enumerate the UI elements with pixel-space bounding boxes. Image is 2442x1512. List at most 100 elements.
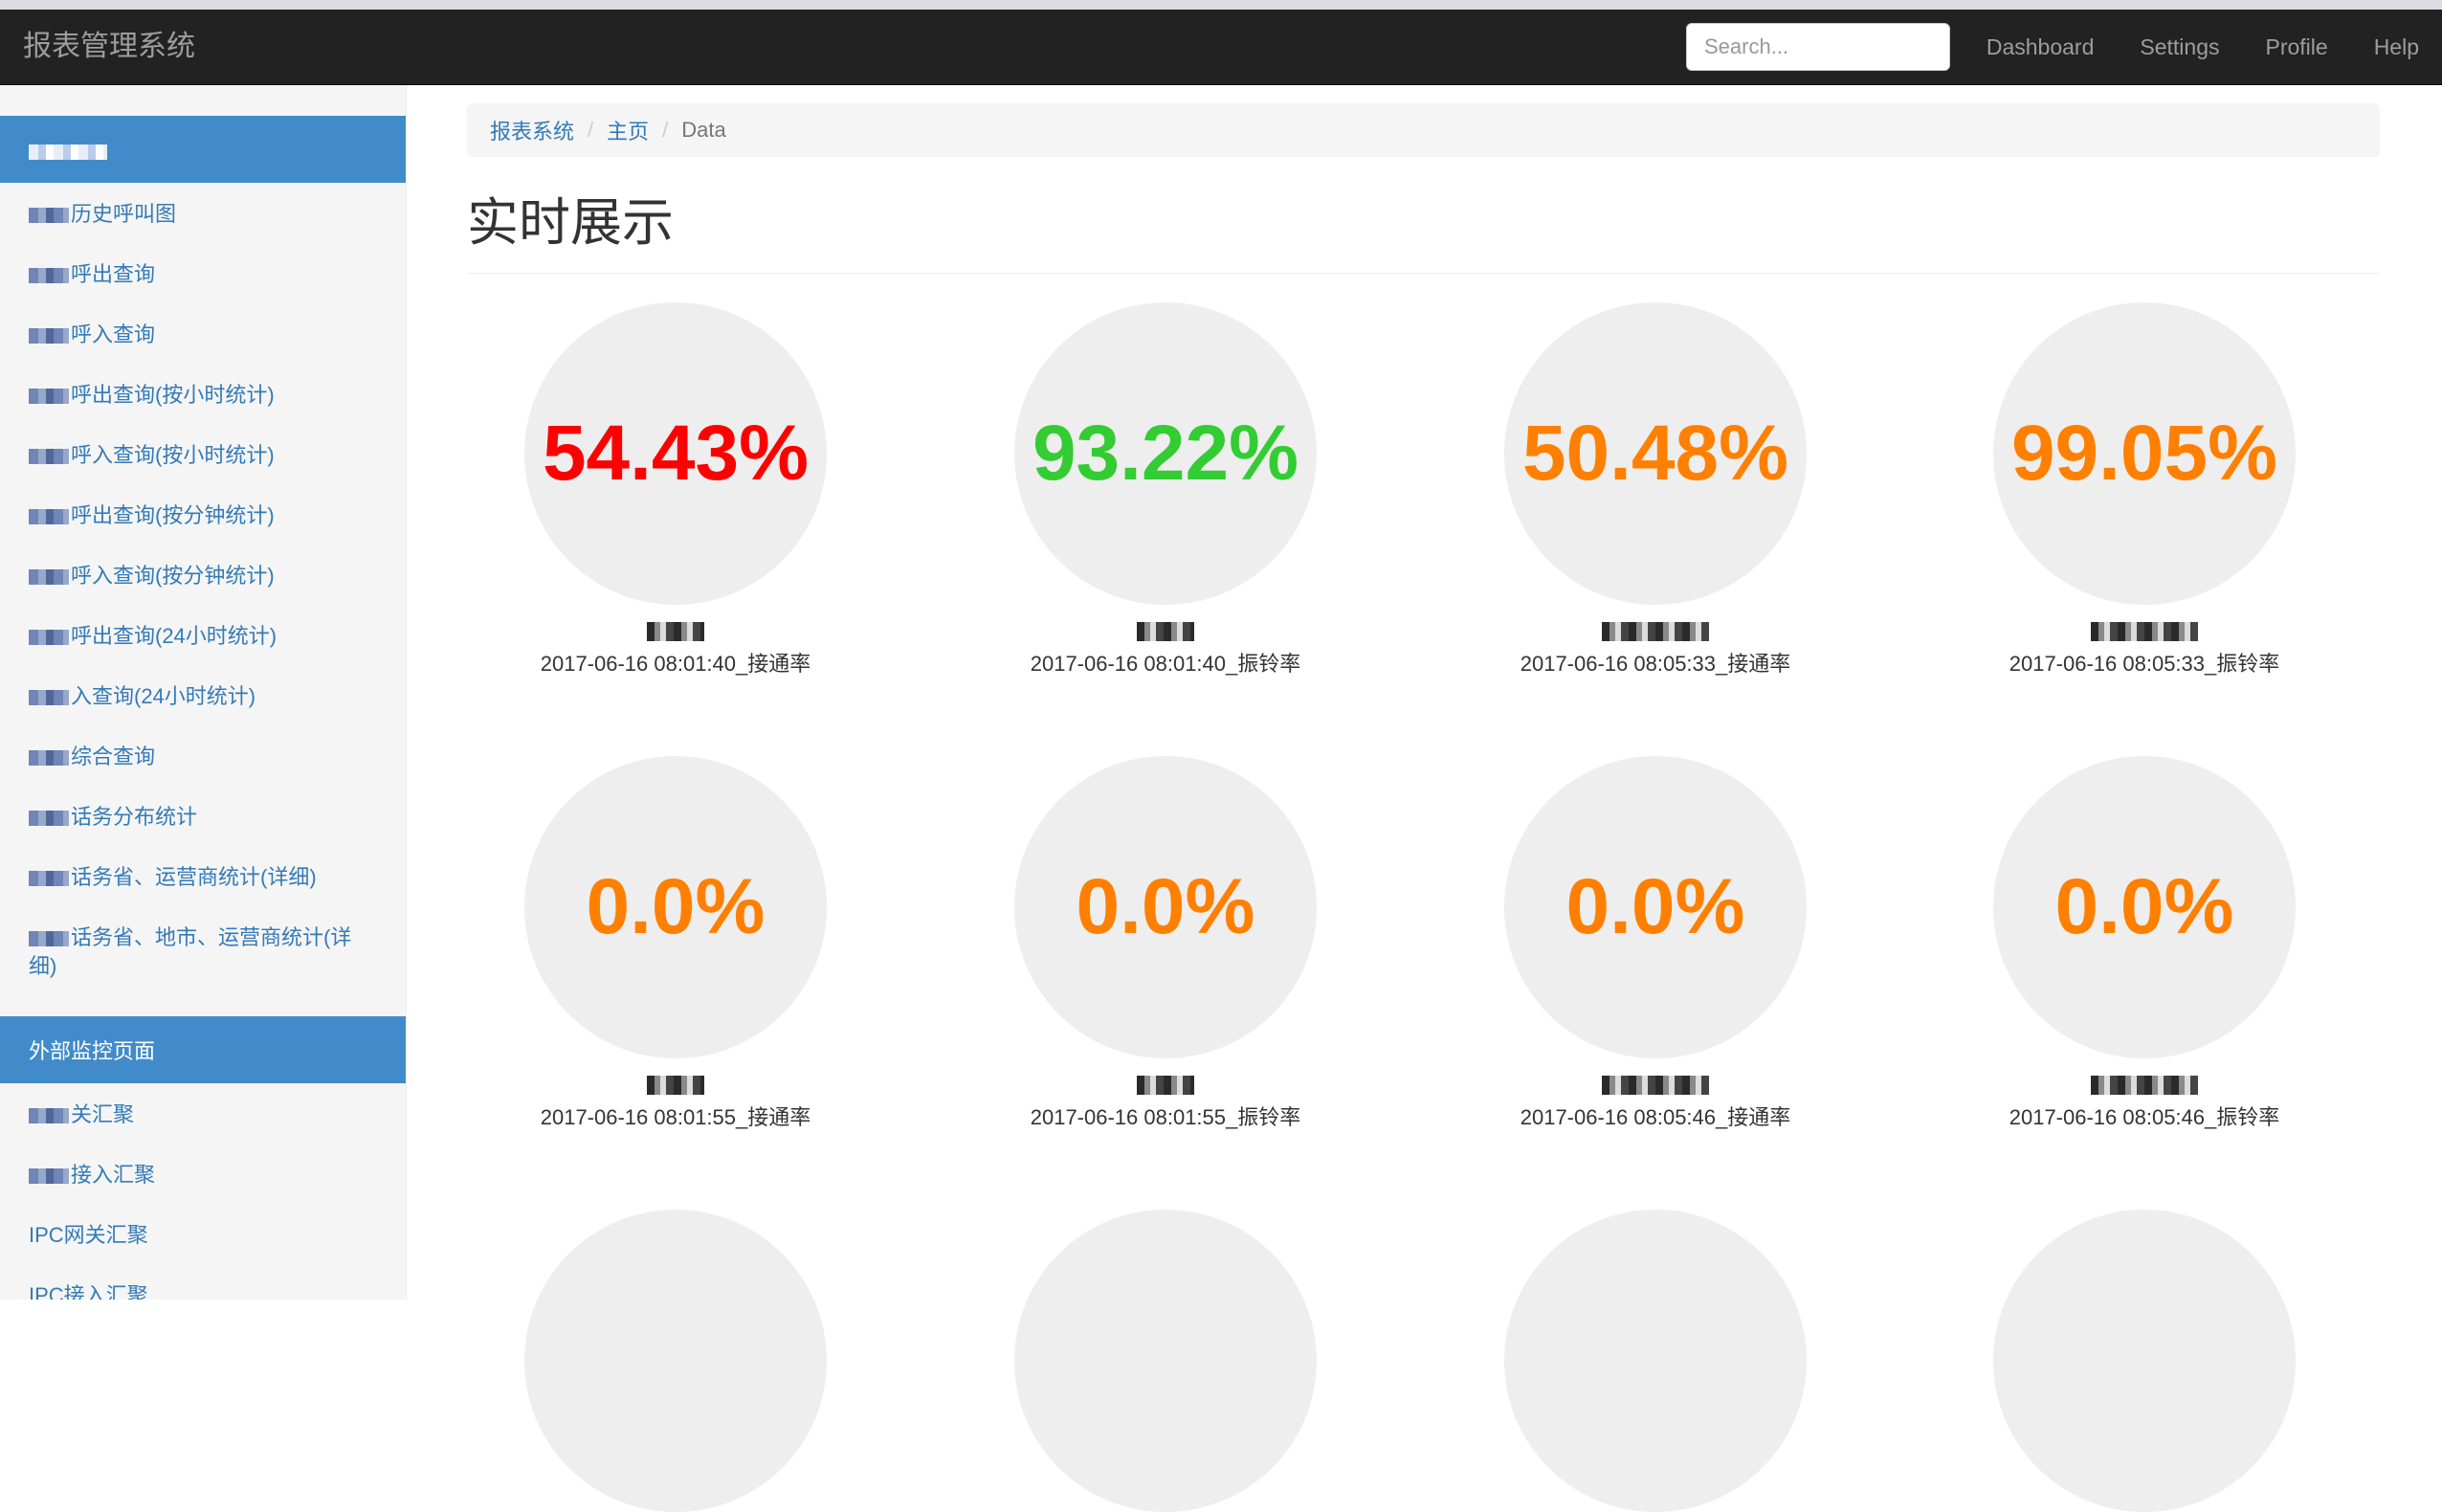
redacted-text: [29, 569, 69, 586]
sidebar-item[interactable]: 呼入查询(按小时统计): [0, 424, 406, 484]
stat-circle: 50.48%: [1504, 302, 1807, 605]
redacted-text: [29, 509, 69, 525]
stat-circle: 54.43%: [524, 302, 827, 605]
redacted-text: [29, 811, 69, 827]
sidebar-item[interactable]: 关汇聚: [0, 1083, 406, 1144]
sidebar-item[interactable]: 呼出查询: [0, 243, 406, 303]
sidebar-item-label: 呼出查询(24小时统计): [71, 624, 278, 648]
sidebar-link[interactable]: 呼出查询(24小时统计): [0, 605, 406, 665]
sidebar-link[interactable]: 历史呼叫图: [0, 183, 406, 243]
sidebar-link[interactable]: 呼出查询(按分钟统计): [0, 484, 406, 545]
sidebar-item[interactable]: 历史呼叫图: [0, 183, 406, 243]
sidebar-item[interactable]: 呼出查询(按分钟统计): [0, 484, 406, 545]
stat-card: 93.22% 2017-06-16 08:01:40_振铃率: [1012, 302, 1319, 678]
sidebar-item-label: 呼入查询: [71, 322, 156, 346]
nav-dashboard[interactable]: Dashboard: [1964, 10, 2118, 84]
sidebar-link[interactable]: 话务分布统计: [0, 786, 406, 846]
redacted-text: [29, 449, 69, 465]
breadcrumb: 报表系统 / 主页 / Data: [467, 103, 2380, 157]
stat-card: 0.0% 2017-06-16 08:05:46_接通率: [1502, 756, 1809, 1131]
sidebar-link[interactable]: 呼出查询: [0, 243, 406, 303]
sidebar-link[interactable]: 入查询(24小时统计): [0, 665, 406, 725]
redacted-name: [522, 622, 829, 643]
stat-circle: 0.0%: [1993, 756, 2296, 1058]
sidebar-item[interactable]: 话务分布统计: [0, 786, 406, 846]
nav-profile[interactable]: Profile: [2242, 10, 2350, 84]
nav-settings[interactable]: Settings: [2117, 10, 2242, 84]
stat-circle: [524, 1210, 827, 1512]
stat-circle: 99.05%: [1993, 302, 2296, 605]
sidebar-link[interactable]: 话务省、地市、运营商统计(详细): [0, 906, 406, 995]
sidebar-item[interactable]: IPC接入汇聚: [0, 1264, 406, 1300]
redacted-text: [2091, 622, 2198, 641]
sidebar-item[interactable]: 外部监控页面: [0, 1016, 406, 1083]
page-title: 实时展示: [467, 180, 2380, 274]
sidebar-item[interactable]: 呼入查询(按分钟统计): [0, 545, 406, 605]
sidebar-link[interactable]: 接入汇聚: [0, 1144, 406, 1204]
redacted-text: [29, 1108, 69, 1124]
redacted-text: [647, 622, 704, 641]
redacted-name: [1502, 1076, 1809, 1097]
breadcrumb-separator: /: [662, 118, 669, 142]
redacted-name: [1012, 1076, 1319, 1097]
sidebar-item-label: 呼出查询: [71, 262, 156, 286]
stat-caption: 2017-06-16 08:05:46_振铃率: [2009, 1105, 2280, 1129]
stat-card: 0.0% 2017-06-16 08:01:55_振铃率: [1012, 756, 1319, 1131]
redacted-text: [29, 145, 107, 161]
sidebar-item-label: 呼出查询(按小时统计): [71, 383, 275, 407]
sidebar-link[interactable]: 呼入查询(按分钟统计): [0, 545, 406, 605]
sidebar-item[interactable]: [0, 116, 406, 183]
stat-circle: [1504, 1210, 1807, 1512]
redacted-text: [1137, 1076, 1194, 1095]
sidebar-item-label: 呼出查询(按分钟统计): [71, 503, 275, 527]
redacted-text: [29, 389, 69, 405]
nav-links: Dashboard Settings Profile Help: [1964, 10, 2442, 84]
sidebar-item-label: 呼入查询(按分钟统计): [71, 564, 275, 588]
redacted-name: [1502, 622, 1809, 643]
sidebar-link[interactable]: 外部监控页面: [0, 1016, 406, 1083]
sidebar-item-label: 外部监控页面: [29, 1039, 156, 1063]
sidebar-link[interactable]: IPC网关汇聚: [0, 1204, 406, 1264]
sidebar-item[interactable]: 接入汇聚: [0, 1144, 406, 1204]
sidebar-link[interactable]: [0, 116, 406, 183]
sidebar-link[interactable]: 综合查询: [0, 725, 406, 786]
sidebar-item-label: 接入汇聚: [71, 1163, 156, 1187]
sidebar-link[interactable]: 呼入查询: [0, 303, 406, 364]
sidebar-item-label: 综合查询: [71, 745, 156, 768]
sidebar-item[interactable]: 综合查询: [0, 725, 406, 786]
sidebar-item[interactable]: 呼出查询(按小时统计): [0, 364, 406, 424]
stat-caption: 2017-06-16 08:05:46_接通率: [1520, 1105, 1791, 1129]
redacted-name: [522, 1076, 829, 1097]
redacted-text: [1602, 622, 1709, 641]
breadcrumb-root[interactable]: 报表系统: [490, 115, 574, 145]
redacted-text: [29, 268, 69, 284]
brand-title[interactable]: 报表管理系统: [23, 10, 195, 84]
navbar: 报表管理系统 Dashboard Settings Profile Help: [0, 10, 2442, 85]
stat-circle: 0.0%: [1504, 756, 1807, 1058]
sidebar-group-reports: 历史呼叫图呼出查询呼入查询呼出查询(按小时统计) 呼入查询(按小时统计) 呼出查询(…: [0, 116, 406, 995]
sidebar-link[interactable]: 呼入查询(按小时统计): [0, 424, 406, 484]
sidebar-link[interactable]: IPC接入汇聚: [0, 1264, 406, 1300]
redacted-text: [1602, 1076, 1709, 1095]
sidebar-item-label: 入查询(24小时统计): [71, 684, 256, 708]
sidebar-link[interactable]: 呼出查询(按小时统计): [0, 364, 406, 424]
breadcrumb-home[interactable]: 主页: [607, 115, 649, 145]
stat-card: [1991, 1210, 2298, 1512]
redacted-text: [2091, 1076, 2198, 1095]
sidebar-item[interactable]: 话务省、地市、运营商统计(详细): [0, 906, 406, 995]
sidebar-item[interactable]: 呼出查询(24小时统计): [0, 605, 406, 665]
sidebar-item[interactable]: IPC网关汇聚: [0, 1204, 406, 1264]
sidebar-item[interactable]: 入查询(24小时统计): [0, 665, 406, 725]
sidebar-item-label: 话务省、地市、运营商统计(详细): [29, 925, 352, 978]
sidebar-link[interactable]: 关汇聚: [0, 1083, 406, 1144]
search-input[interactable]: [1686, 23, 1950, 71]
redacted-text: [29, 750, 69, 767]
nav-help[interactable]: Help: [2351, 10, 2442, 84]
stat-card: [522, 1210, 829, 1512]
redacted-text: [29, 931, 69, 947]
sidebar-link[interactable]: 话务省、运营商统计(详细): [0, 846, 406, 906]
sidebar-item-label: 话务分布统计: [71, 805, 198, 829]
sidebar-item[interactable]: 话务省、运营商统计(详细): [0, 846, 406, 906]
sidebar-item[interactable]: 呼入查询: [0, 303, 406, 364]
sidebar-item-label: IPC接入汇聚: [29, 1283, 148, 1300]
